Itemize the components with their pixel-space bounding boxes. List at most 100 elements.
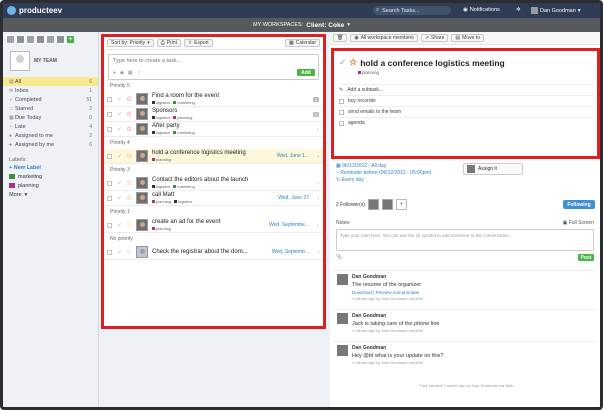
sidebar-filter-starred[interactable]: ☆ Starred 2 (3, 104, 98, 113)
sidebar-filter-assigned-by-me[interactable]: ● Assigned by me 6 (3, 140, 98, 149)
sort-dropdown[interactable]: Sort by: Priority ▾ (107, 39, 154, 47)
search-input[interactable]: Search Tasks... (382, 8, 420, 14)
sidebar-filter-due-today[interactable]: ▦ Due Today 0 (3, 113, 98, 122)
repeat[interactable]: ↻ Every day (336, 177, 431, 184)
due-date[interactable]: ▦ 06/13/2012 - All day (336, 163, 431, 170)
task-select-checkbox[interactable] (107, 96, 112, 102)
task-select-checkbox[interactable] (107, 180, 112, 186)
person-icon[interactable]: ● (113, 70, 116, 76)
app-logo[interactable]: producteev (7, 6, 62, 15)
complete-check-icon[interactable]: ✓ (117, 180, 123, 187)
subtask-item[interactable]: send emails to the team (339, 106, 594, 117)
task-tag[interactable]: logistics (152, 115, 170, 120)
activity-author[interactable]: Dan Goodman (352, 313, 593, 319)
task-tag[interactable]: marketing (173, 100, 195, 105)
workspace-selector[interactable]: Client: Coke (306, 22, 344, 29)
star-icon[interactable]: ☆ (126, 195, 134, 202)
check-icon[interactable]: ✓ (339, 57, 346, 68)
export-button[interactable]: ⇪ Export (184, 39, 213, 47)
task-tag[interactable]: marketing (173, 130, 195, 135)
sidebar-label-planning[interactable]: planning (3, 181, 98, 190)
task-tag[interactable]: planning (152, 199, 171, 204)
star-icon[interactable]: ☆ (126, 180, 134, 187)
print-button[interactable]: ⎙ Print (156, 39, 181, 47)
complete-check-icon[interactable]: ✓ (117, 195, 123, 202)
search-field[interactable]: ⌕ Search Tasks... (373, 6, 451, 15)
my-team[interactable]: MY TEAM (3, 47, 98, 75)
calendar-icon[interactable]: ▦ (128, 70, 133, 76)
add-follower-button[interactable]: + (395, 199, 407, 210)
activity-author[interactable]: Dan Goodman (352, 274, 593, 280)
sidebar-filter-assigned-to-me[interactable]: ● Assigned to me 2 (3, 131, 98, 140)
sidebar-label-marketing[interactable]: marketing (3, 172, 98, 181)
move-to-button[interactable]: ▤ Move to (451, 34, 484, 42)
complete-check-icon[interactable]: ✓ (117, 222, 123, 229)
task-row[interactable]: ✓ ☆ Find a room for the event logistics mark… (104, 92, 323, 107)
add-member-button[interactable]: + (66, 35, 75, 44)
task-tag[interactable]: logistics (152, 184, 170, 189)
star-icon[interactable]: ☆ (126, 126, 134, 133)
fullscreen-button[interactable]: ▣ Full Screen (563, 220, 594, 226)
settings-button[interactable]: ✲ (516, 7, 521, 13)
task-tag[interactable]: marketing (173, 184, 195, 189)
task-row[interactable]: ✓ ☆ create an ad for the event planning Wed,… (104, 218, 323, 233)
task-row[interactable]: ✓ ☆ Check the registrar about the dom... We… (104, 245, 323, 260)
task-select-checkbox[interactable] (107, 222, 112, 228)
star-icon[interactable]: ☆ (349, 57, 357, 68)
star-icon[interactable]: ☆ (137, 70, 141, 76)
new-label-link[interactable]: + New Label (3, 163, 98, 172)
star-icon[interactable]: ☆ (126, 153, 134, 160)
member-avatar[interactable] (36, 35, 45, 44)
delete-button[interactable]: 🗑 (333, 34, 348, 42)
task-select-checkbox[interactable] (107, 153, 112, 159)
task-row[interactable]: ✓ ☆ Contact the editors about the launch lo… (104, 176, 323, 191)
subtask-item[interactable]: buy recorder (339, 95, 594, 106)
reminder[interactable]: ◔ Reminder before (06/12/2012 - 05:00pm) (336, 170, 431, 177)
member-avatar[interactable] (46, 35, 55, 44)
member-avatar[interactable] (6, 35, 15, 44)
member-avatar[interactable] (26, 35, 35, 44)
notes-input[interactable]: Type your note here. You can use the @ s… (336, 229, 594, 251)
follower-avatar[interactable] (367, 199, 379, 210)
attach-icon[interactable]: 📎 (336, 254, 342, 260)
user-menu[interactable]: Dan Goodman ▾ (531, 7, 581, 14)
task-row[interactable]: ✓ ☆ After party logistics marketing › (104, 122, 323, 137)
complete-check-icon[interactable]: ✓ (117, 96, 123, 103)
notifications-button[interactable]: ◉ Notifications (463, 7, 500, 13)
add-subtask-input[interactable]: Add a subtask... (347, 87, 383, 93)
task-tag[interactable]: planning (358, 70, 379, 75)
new-task-input[interactable] (109, 55, 318, 66)
star-icon[interactable]: ☆ (126, 249, 134, 256)
subtask-checkbox[interactable] (339, 98, 344, 104)
subtask-checkbox[interactable] (339, 120, 344, 126)
attachment-links[interactable]: Download | Preview and annotate (352, 290, 593, 295)
task-tag[interactable]: planning (152, 226, 171, 231)
share-button[interactable]: ⇗ Share (420, 34, 449, 42)
complete-check-icon[interactable]: ✓ (117, 153, 123, 160)
star-icon[interactable]: ☆ (126, 222, 134, 229)
follower-avatar[interactable] (381, 199, 393, 210)
more-labels-link[interactable]: More ▾ (3, 190, 98, 199)
complete-check-icon[interactable]: ✓ (117, 126, 123, 133)
member-avatar[interactable] (16, 35, 25, 44)
task-tag[interactable]: planning (152, 157, 171, 162)
members-dropdown[interactable]: ◉ All workspace members (350, 34, 418, 42)
tag-icon[interactable]: ◆ (120, 70, 124, 76)
add-subtask-row[interactable]: ✎ Add a subtask... (339, 84, 594, 95)
task-select-checkbox[interactable] (107, 249, 112, 255)
complete-check-icon[interactable]: ✓ (117, 249, 123, 256)
complete-check-icon[interactable]: ✓ (117, 111, 123, 118)
member-avatar[interactable] (56, 35, 65, 44)
task-row[interactable]: ✓ ☆ call Matt planning logistics Wed, June 27… (104, 191, 323, 206)
post-button[interactable]: Post (578, 254, 594, 261)
subtask-item[interactable]: agenda (339, 117, 594, 128)
task-row[interactable]: ✓ ☆ Sponsors logistics planning 3 (104, 107, 323, 122)
task-select-checkbox[interactable] (107, 126, 112, 132)
sidebar-filter-all[interactable]: ▤ All 6 (3, 77, 98, 86)
task-row[interactable]: ✓ ☆ hold a conference logistics meeting pla… (104, 149, 323, 164)
star-icon[interactable]: ☆ (126, 111, 134, 118)
task-tag[interactable]: logistics (174, 199, 192, 204)
task-tag[interactable]: logistics (152, 100, 170, 105)
sidebar-filter-completed[interactable]: ✓ Completed 51 (3, 95, 98, 104)
star-icon[interactable]: ☆ (126, 96, 134, 103)
